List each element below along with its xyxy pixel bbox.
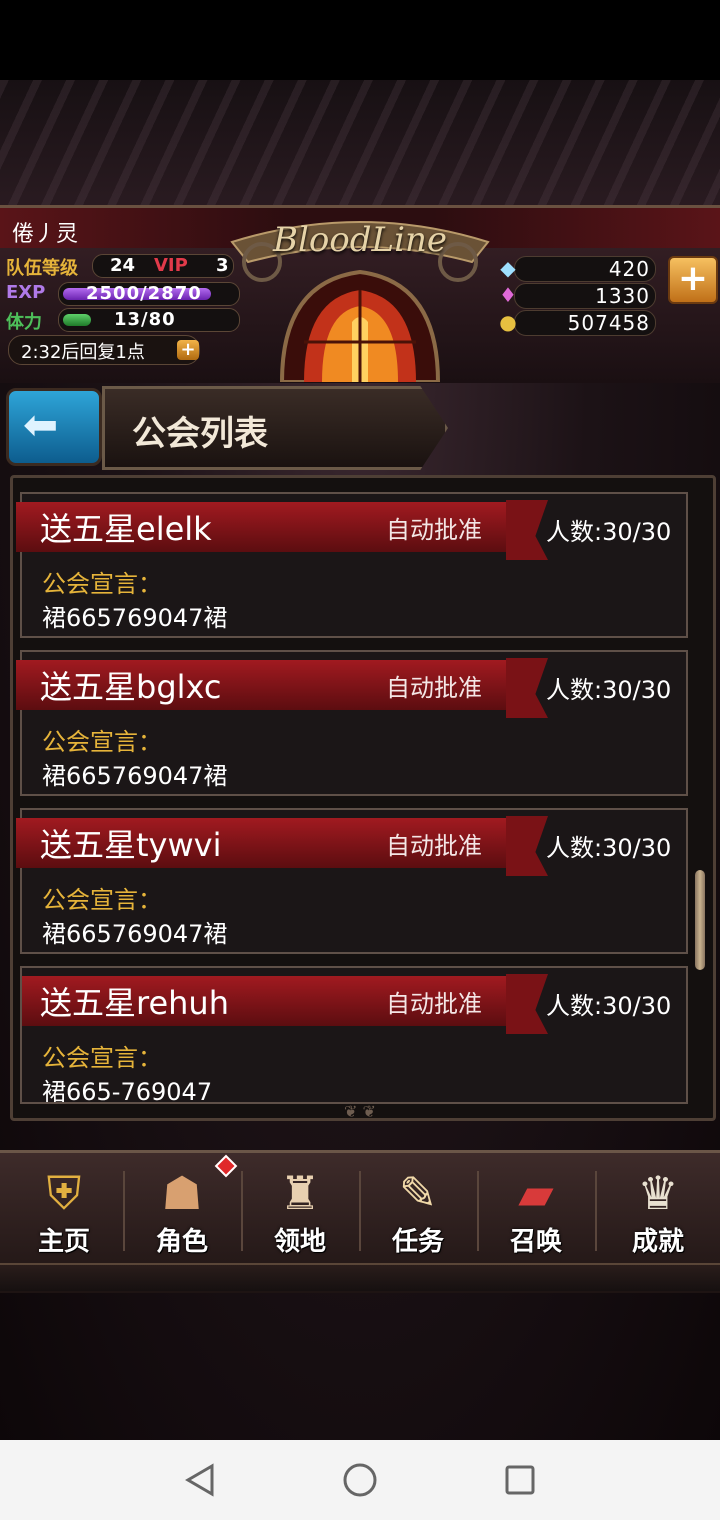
game-logo: BloodLine (222, 202, 498, 384)
team-level-row: 队伍等级 24 VIP 3 (4, 254, 234, 280)
recents-nav-icon[interactable] (500, 1460, 540, 1500)
declaration-label: 公会宣言： (42, 728, 162, 756)
logo-text: BloodLine (272, 220, 448, 260)
add-stamina-button[interactable]: + (177, 340, 199, 360)
nav-label: 角色 (155, 1227, 208, 1257)
resource-value: 507458 (567, 311, 650, 335)
castle-icon: ♜ (279, 1166, 321, 1220)
back-nav-icon[interactable] (180, 1460, 220, 1500)
resource-value: 420 (608, 257, 650, 281)
ribbon-tail (506, 816, 548, 876)
member-count: 人数:30/30 (546, 518, 672, 546)
nav-divider (595, 1171, 597, 1251)
declaration-label: 公会宣言： (42, 886, 162, 914)
player-header: 倦丿灵 队伍等级 24 VIP 3 EXP 2500/2870 体力 13/80 (0, 202, 720, 384)
approval-mode: 自动批准 (386, 990, 482, 1018)
add-currency-button[interactable]: + (668, 256, 718, 304)
ribbon-tail (506, 974, 548, 1034)
member-count: 人数:30/30 (546, 834, 672, 862)
nav-label: 任务 (391, 1227, 444, 1257)
approval-mode: 自动批准 (386, 832, 482, 860)
gem-icon: ♦ (499, 283, 517, 307)
nav-territory[interactable]: ♜ 领地 (242, 1163, 358, 1263)
nav-label: 成就 (631, 1227, 684, 1257)
status-bar (0, 0, 720, 80)
player-name: 倦丿灵 (12, 222, 79, 247)
nav-character[interactable]: ☗ 角色 (124, 1163, 240, 1263)
trophy-icon: ♛ (637, 1166, 679, 1220)
guild-card[interactable]: 送五星elelk 自动批准 人数:30/30 公会宣言： 裙665769047裙 (16, 492, 688, 638)
resource-value: 1330 (595, 284, 650, 308)
page-title: 公会列表 (132, 414, 268, 454)
stamina-value: 13/80 (114, 309, 176, 330)
stamina-bar-fill (63, 314, 91, 326)
ribbon-tail (506, 658, 548, 718)
declaration-text: 裙665769047裙 (42, 762, 228, 790)
guild-card[interactable]: 送五星bglxc 自动批准 人数:30/30 公会宣言： 裙665769047裙 (16, 650, 688, 796)
approval-mode: 自动批准 (386, 674, 482, 702)
title-bar: ⬅ 公会列表 (0, 380, 720, 476)
bottom-nav: ⛨ 主页 ☗ 角色 ♜ 领地 ✎ 任务 ▰ 召唤 ♛ 成就 (0, 1150, 720, 1293)
home-nav-icon[interactable] (340, 1460, 380, 1500)
nav-summon[interactable]: ▰ 召唤 (478, 1163, 594, 1263)
resource-gem: ♦ 1330 (496, 283, 664, 309)
list-bottom-ornament: ❦ ❦ (344, 1102, 376, 1121)
back-button[interactable]: ⬅ (6, 388, 102, 466)
summon-cards-icon: ▰ (518, 1166, 554, 1220)
stamina-label: 体力 (6, 312, 42, 333)
resource-gold: ● 507458 (496, 310, 664, 336)
guild-card[interactable]: 送五星tywvi 自动批准 人数:30/30 公会宣言： 裙665769047裙 (16, 808, 688, 954)
exp-row: EXP 2500/2870 (4, 282, 240, 308)
home-shield-icon: ⛨ (46, 1166, 82, 1220)
exp-value: 2500/2870 (86, 283, 202, 304)
guild-card[interactable]: 送五星rehuh 自动批准 人数:30/30 公会宣言： 裙665-769047 (20, 966, 688, 1104)
guild-name: 送五星tywvi (40, 826, 222, 864)
declaration-label: 公会宣言： (42, 1044, 162, 1072)
android-nav-bar (0, 1440, 720, 1520)
team-level-label: 队伍等级 (6, 258, 78, 279)
guild-name: 送五星rehuh (40, 984, 229, 1022)
nav-label: 主页 (37, 1227, 90, 1257)
character-icon: ☗ (161, 1166, 203, 1220)
gold-coin-icon: ● (499, 310, 517, 334)
declaration-label: 公会宣言： (42, 570, 162, 598)
resource-crystal: ◆ 420 (496, 256, 664, 282)
member-count: 人数:30/30 (546, 992, 672, 1020)
approval-mode: 自动批准 (386, 516, 482, 544)
crystal-icon: ◆ (500, 256, 516, 280)
list-scrollbar[interactable] (695, 870, 705, 970)
top-ornament (0, 80, 720, 210)
ribbon-tail (506, 500, 548, 560)
declaration-text: 裙665769047裙 (42, 920, 228, 948)
nav-bottom-strip (0, 1263, 720, 1291)
declaration-text: 裙665-769047 (42, 1078, 213, 1104)
nav-quest[interactable]: ✎ 任务 (360, 1163, 476, 1263)
nav-home[interactable]: ⛨ 主页 (6, 1163, 122, 1263)
stamina-recover: 2:32后回复1点 + (8, 335, 200, 365)
vip-label: VIP (154, 255, 188, 276)
quest-book-icon: ✎ (398, 1166, 438, 1220)
nav-achievement[interactable]: ♛ 成就 (600, 1163, 716, 1263)
member-count: 人数:30/30 (546, 676, 672, 704)
back-arrow-icon: ⬅ (23, 400, 59, 449)
guild-name: 送五星elelk (40, 510, 212, 548)
stamina-row: 体力 13/80 (4, 308, 240, 334)
exp-label: EXP (6, 282, 46, 303)
team-level-value: 24 (110, 255, 136, 276)
nav-label: 领地 (273, 1227, 326, 1257)
guild-name: 送五星bglxc (40, 668, 222, 706)
game-screen: 倦丿灵 队伍等级 24 VIP 3 EXP 2500/2870 体力 13/80 (0, 80, 720, 1440)
recover-text: 2:32后回复1点 (21, 342, 145, 363)
declaration-text: 裙665769047裙 (42, 604, 228, 632)
nav-label: 召唤 (509, 1227, 562, 1257)
